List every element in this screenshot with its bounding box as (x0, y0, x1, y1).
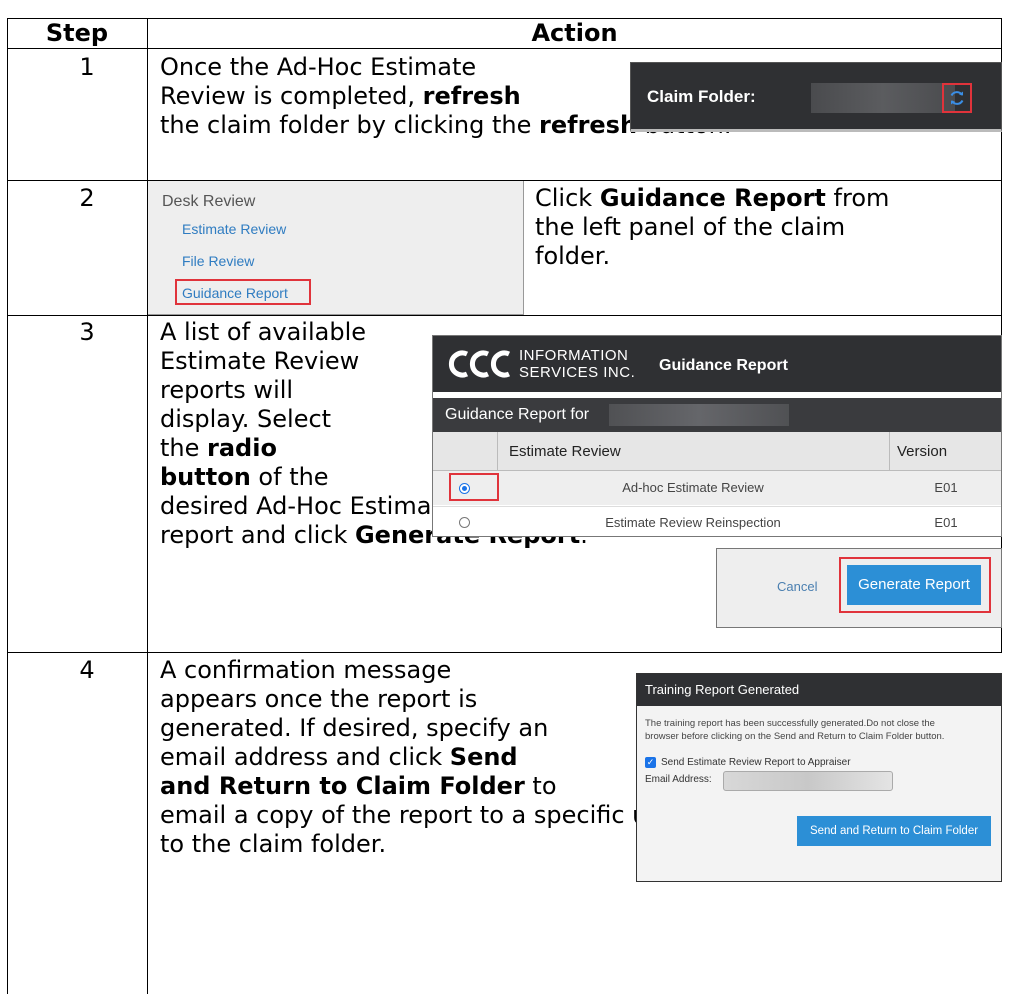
cancel-button[interactable]: Cancel (777, 579, 817, 594)
generate-report-highlight (839, 557, 991, 613)
training-report-dialog: Training Report Generated The training r… (636, 673, 1002, 882)
instruction-line: the left panel of the claim (535, 213, 846, 241)
column-divider (147, 18, 148, 994)
claim-folder-value (811, 83, 955, 113)
list-row-reinspection[interactable]: Estimate Review Reinspection E01 (433, 506, 1001, 536)
dialog-title-bar: Training Report Generated (637, 674, 1001, 706)
bold-term: Send (449, 743, 518, 771)
step-number-3: 3 (79, 318, 95, 346)
estimate-review-link[interactable]: Estimate Review (182, 221, 286, 237)
guidance-report-screenshot: INFORMATION SERVICES INC. Guidance Repor… (432, 335, 1002, 537)
ccc-logo (447, 346, 527, 382)
claim-folder-screenshot: Claim Folder: (630, 62, 1002, 132)
bold-term: refresh (422, 82, 521, 110)
logo-text-line2: SERVICES INC. (519, 364, 636, 381)
table-left-border (7, 18, 8, 994)
bold-term: button (160, 463, 251, 491)
list-row-ad-hoc[interactable]: Ad-hoc Estimate Review E01 (433, 471, 1001, 505)
refresh-icon[interactable] (948, 89, 966, 107)
ad-hoc-estimate-review-name: Ad-hoc Estimate Review (622, 480, 764, 495)
instruction-line: folder. (535, 242, 611, 270)
claim-folder-label: Claim Folder: (647, 87, 756, 106)
claim-number-redacted (609, 404, 789, 426)
estimate-review-column-header: Estimate Review (509, 443, 621, 460)
reinspection-version: E01 (934, 515, 958, 530)
action-column-header: Action (531, 19, 618, 47)
send-report-checkbox[interactable]: ✓ (645, 757, 656, 768)
instruction-line: Click Guidance Report from (535, 184, 890, 212)
row3-bottom-border (7, 652, 1002, 653)
logo-text-line1: INFORMATION (519, 347, 629, 364)
reinspection-name: Estimate Review Reinspection (605, 515, 781, 530)
desk-review-panel: Desk Review Estimate Review File Review … (148, 181, 524, 315)
report-subheader: Guidance Report for (433, 398, 1001, 432)
bold-term: radio (207, 434, 277, 462)
header-divider-right (889, 432, 890, 470)
ad-hoc-version: E01 (934, 480, 958, 495)
step-2-instructions: Click Guidance Report from the left panel… (535, 184, 889, 271)
desk-review-heading: Desk Review (162, 193, 256, 210)
dialog-message-line1: The training report has been successfull… (645, 718, 935, 729)
app-header-bar: INFORMATION SERVICES INC. Guidance Repor… (433, 336, 1001, 392)
step-number-2: 2 (79, 184, 95, 212)
header-divider-left (497, 432, 498, 470)
email-address-input[interactable] (723, 771, 893, 791)
step-column-header: Step (45, 19, 109, 47)
guidance-report-for-label: Guidance Report for (445, 406, 590, 423)
bold-term: refresh (539, 111, 638, 139)
radio-reinspection[interactable] (459, 517, 470, 528)
header-bottom-border (7, 48, 1002, 49)
bold-term: Guidance Report (599, 184, 826, 212)
radio-highlight (449, 473, 499, 501)
generate-report-buttons: Cancel Generate Report (716, 548, 1002, 628)
send-and-return-button[interactable]: Send and Return to Claim Folder (797, 816, 991, 846)
list-header-row: Estimate Review Version (433, 432, 1001, 471)
bold-term: and Return to Claim Folder (160, 772, 525, 800)
guidance-report-title: Guidance Report (659, 357, 788, 374)
guidance-report-highlight (175, 279, 311, 305)
version-column-header: Version (897, 443, 948, 460)
email-address-label: Email Address: (645, 774, 712, 785)
step-number-1: 1 (79, 53, 95, 81)
row2-bottom-border (7, 315, 1002, 316)
send-report-checkbox-label: Send Estimate Review Report to Appraiser (661, 757, 851, 768)
dialog-title: Training Report Generated (645, 682, 800, 697)
file-review-link[interactable]: File Review (182, 253, 254, 269)
dialog-message-line2: browser before clicking on the Send and … (645, 731, 945, 742)
step-number-4: 4 (79, 656, 95, 684)
